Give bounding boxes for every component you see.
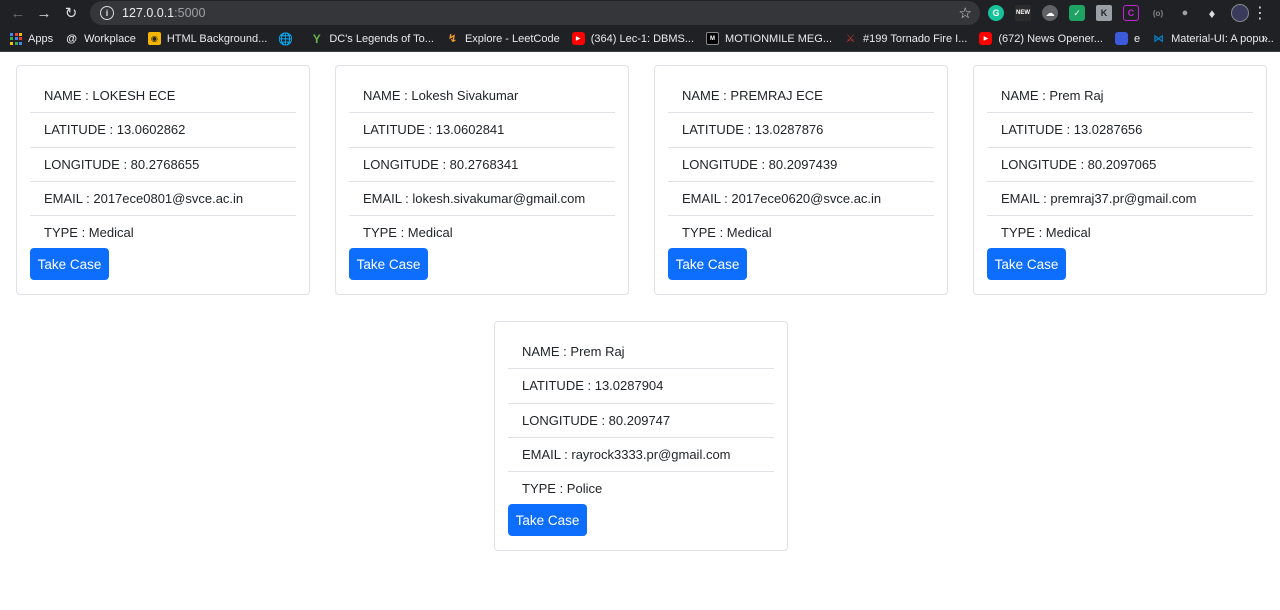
case-type: TYPE : Police [522, 480, 603, 496]
address-bar[interactable]: i 127.0.0.1:5000 ☆ [90, 1, 980, 25]
k-extension-icon[interactable]: K [1096, 5, 1112, 21]
motionmile-icon: M [706, 32, 720, 45]
bookmark-workplace[interactable]: @ Workplace [65, 32, 136, 45]
address-url[interactable]: 127.0.0.1:5000 [122, 6, 205, 20]
case-details-list: NAME : LOKESH ECE LATITUDE : 13.0602862 … [30, 79, 296, 248]
profile-avatar[interactable] [1231, 4, 1249, 22]
case-longitude: LONGITUDE : 80.209747 [508, 404, 774, 438]
youtube-icon: ▶ [979, 32, 993, 45]
case-latitude: LATITUDE : 13.0602841 [349, 113, 615, 148]
case-card: NAME : Prem Raj LATITUDE : 13.0287904 LO… [494, 321, 788, 551]
case-name: NAME : Prem Raj [987, 79, 1253, 114]
bookmark-apps[interactable]: Apps [10, 32, 53, 45]
new-extension-icon[interactable]: NEW [1015, 5, 1031, 21]
case-latitude: LATITUDE : 13.0287876 [668, 113, 934, 148]
tools-extension-icon[interactable]: ● [1177, 5, 1193, 21]
page-content: NAME : LOKESH ECE LATITUDE : 13.0602862 … [0, 52, 1280, 610]
shield-extension-icon[interactable]: ✓ [1069, 5, 1085, 21]
case-details-list: NAME : PREMRAJ ECE LATITUDE : 13.0287876… [668, 79, 934, 248]
case-longitude: LONGITUDE : 80.2768341 [349, 148, 615, 182]
case-email: EMAIL : 2017ece0801@svce.ac.in [30, 182, 296, 217]
take-case-button[interactable]: Take Case [508, 504, 587, 537]
extensions-bar: G NEW ☁ ✓ K C (o) ● ♦ [988, 4, 1260, 22]
case-latitude: LATITUDE : 13.0602862 [30, 113, 296, 148]
case-card: NAME : Lokesh Sivakumar LATITUDE : 13.06… [335, 65, 629, 295]
case-longitude: LONGITUDE : 80.2097439 [668, 148, 934, 182]
case-name: NAME : Prem Raj [508, 335, 774, 370]
bookmark-material-ui[interactable]: ⋈ Material-UI: A popu... [1152, 32, 1274, 46]
case-details-list: NAME : Prem Raj LATITUDE : 13.0287904 LO… [508, 335, 774, 504]
y-icon: Y [312, 31, 321, 46]
material-ui-icon: ⋈ [1153, 33, 1165, 45]
case-details-list: NAME : Lokesh Sivakumar LATITUDE : 13.06… [349, 79, 615, 248]
dark-extension-icon[interactable]: (o) [1150, 5, 1166, 21]
case-type: TYPE : Medical [1001, 224, 1091, 240]
case-email: EMAIL : 2017ece0620@svce.ac.in [668, 182, 934, 217]
html-bg-icon: ◉ [147, 32, 161, 45]
reload-icon[interactable]: ↻ [60, 2, 82, 24]
bookmark-news-opener[interactable]: ▶ (672) News Opener... [979, 32, 1103, 45]
case-type: TYPE : Medical [44, 224, 134, 240]
case-email: EMAIL : lokesh.sivakumar@gmail.com [349, 182, 615, 217]
bookmark-star-icon[interactable]: ☆ [959, 4, 972, 22]
youtube-icon: ▶ [571, 32, 585, 45]
bookmark-globe[interactable]: 🌐 [278, 31, 298, 46]
case-card: NAME : Prem Raj LATITUDE : 13.0287656 LO… [973, 65, 1267, 295]
globe-icon: 🌐 [278, 31, 294, 46]
case-longitude: LONGITUDE : 80.2768655 [30, 148, 296, 182]
forward-arrow-icon[interactable]: → [33, 2, 55, 24]
case-type: TYPE : Medical [682, 224, 772, 240]
case-name: NAME : LOKESH ECE [30, 79, 296, 114]
case-name: NAME : Lokesh Sivakumar [349, 79, 615, 114]
take-case-button[interactable]: Take Case [668, 248, 747, 281]
case-email: EMAIL : premraj37.pr@gmail.com [987, 182, 1253, 217]
site-info-icon[interactable]: i [100, 6, 114, 20]
case-details-list: NAME : Prem Raj LATITUDE : 13.0287656 LO… [987, 79, 1253, 248]
bookmark-dbms[interactable]: ▶ (364) Lec-1: DBMS... [571, 32, 694, 45]
bookmark-dc-legends[interactable]: Y DC's Legends of To... [310, 31, 434, 46]
browser-toolbar: ← → ↻ i 127.0.0.1:5000 ☆ G NEW ☁ ✓ K C (… [0, 0, 1280, 26]
case-type: TYPE : Medical [363, 224, 453, 240]
tornado-icon: ⚔ [845, 33, 856, 45]
bookmark-leetcode[interactable]: ↯ Explore - LeetCode [446, 32, 560, 46]
case-longitude: LONGITUDE : 80.2097065 [987, 148, 1253, 182]
back-arrow-icon[interactable]: ← [7, 2, 29, 24]
bookmarks-bar: Apps @ Workplace ◉ HTML Background... 🌐 … [0, 26, 1280, 52]
bookmark-html-background[interactable]: ◉ HTML Background... [147, 32, 267, 45]
case-name: NAME : PREMRAJ ECE [668, 79, 934, 114]
case-email: EMAIL : rayrock3333.pr@gmail.com [508, 438, 774, 473]
leetcode-icon: ↯ [447, 33, 458, 45]
grammarly-icon[interactable]: G [988, 5, 1004, 21]
case-card: NAME : LOKESH ECE LATITUDE : 13.0602862 … [16, 65, 310, 295]
bookmark-e[interactable]: e [1114, 32, 1140, 45]
c-extension-icon[interactable]: C [1123, 5, 1139, 21]
take-case-button[interactable]: Take Case [30, 248, 109, 281]
cloud-extension-icon[interactable]: ☁ [1042, 5, 1058, 21]
bookmark-blue-icon [1114, 32, 1128, 45]
case-latitude: LATITUDE : 13.0287656 [987, 113, 1253, 148]
take-case-button[interactable]: Take Case [987, 248, 1066, 281]
apps-grid-icon [10, 32, 22, 45]
bookmark-tornado[interactable]: ⚔ #199 Tornado Fire I... [844, 32, 968, 46]
at-icon: @ [66, 32, 77, 45]
bookmarks-overflow-button[interactable]: » [1261, 31, 1268, 45]
bookmark-motionmile[interactable]: M MOTIONMILE MEG... [706, 32, 832, 45]
case-card: NAME : PREMRAJ ECE LATITUDE : 13.0287876… [654, 65, 948, 295]
take-case-button[interactable]: Take Case [349, 248, 428, 281]
extensions-puzzle-icon[interactable]: ♦ [1204, 5, 1220, 21]
browser-menu-icon[interactable]: ⋮ [1252, 3, 1268, 23]
case-latitude: LATITUDE : 13.0287904 [508, 369, 774, 404]
